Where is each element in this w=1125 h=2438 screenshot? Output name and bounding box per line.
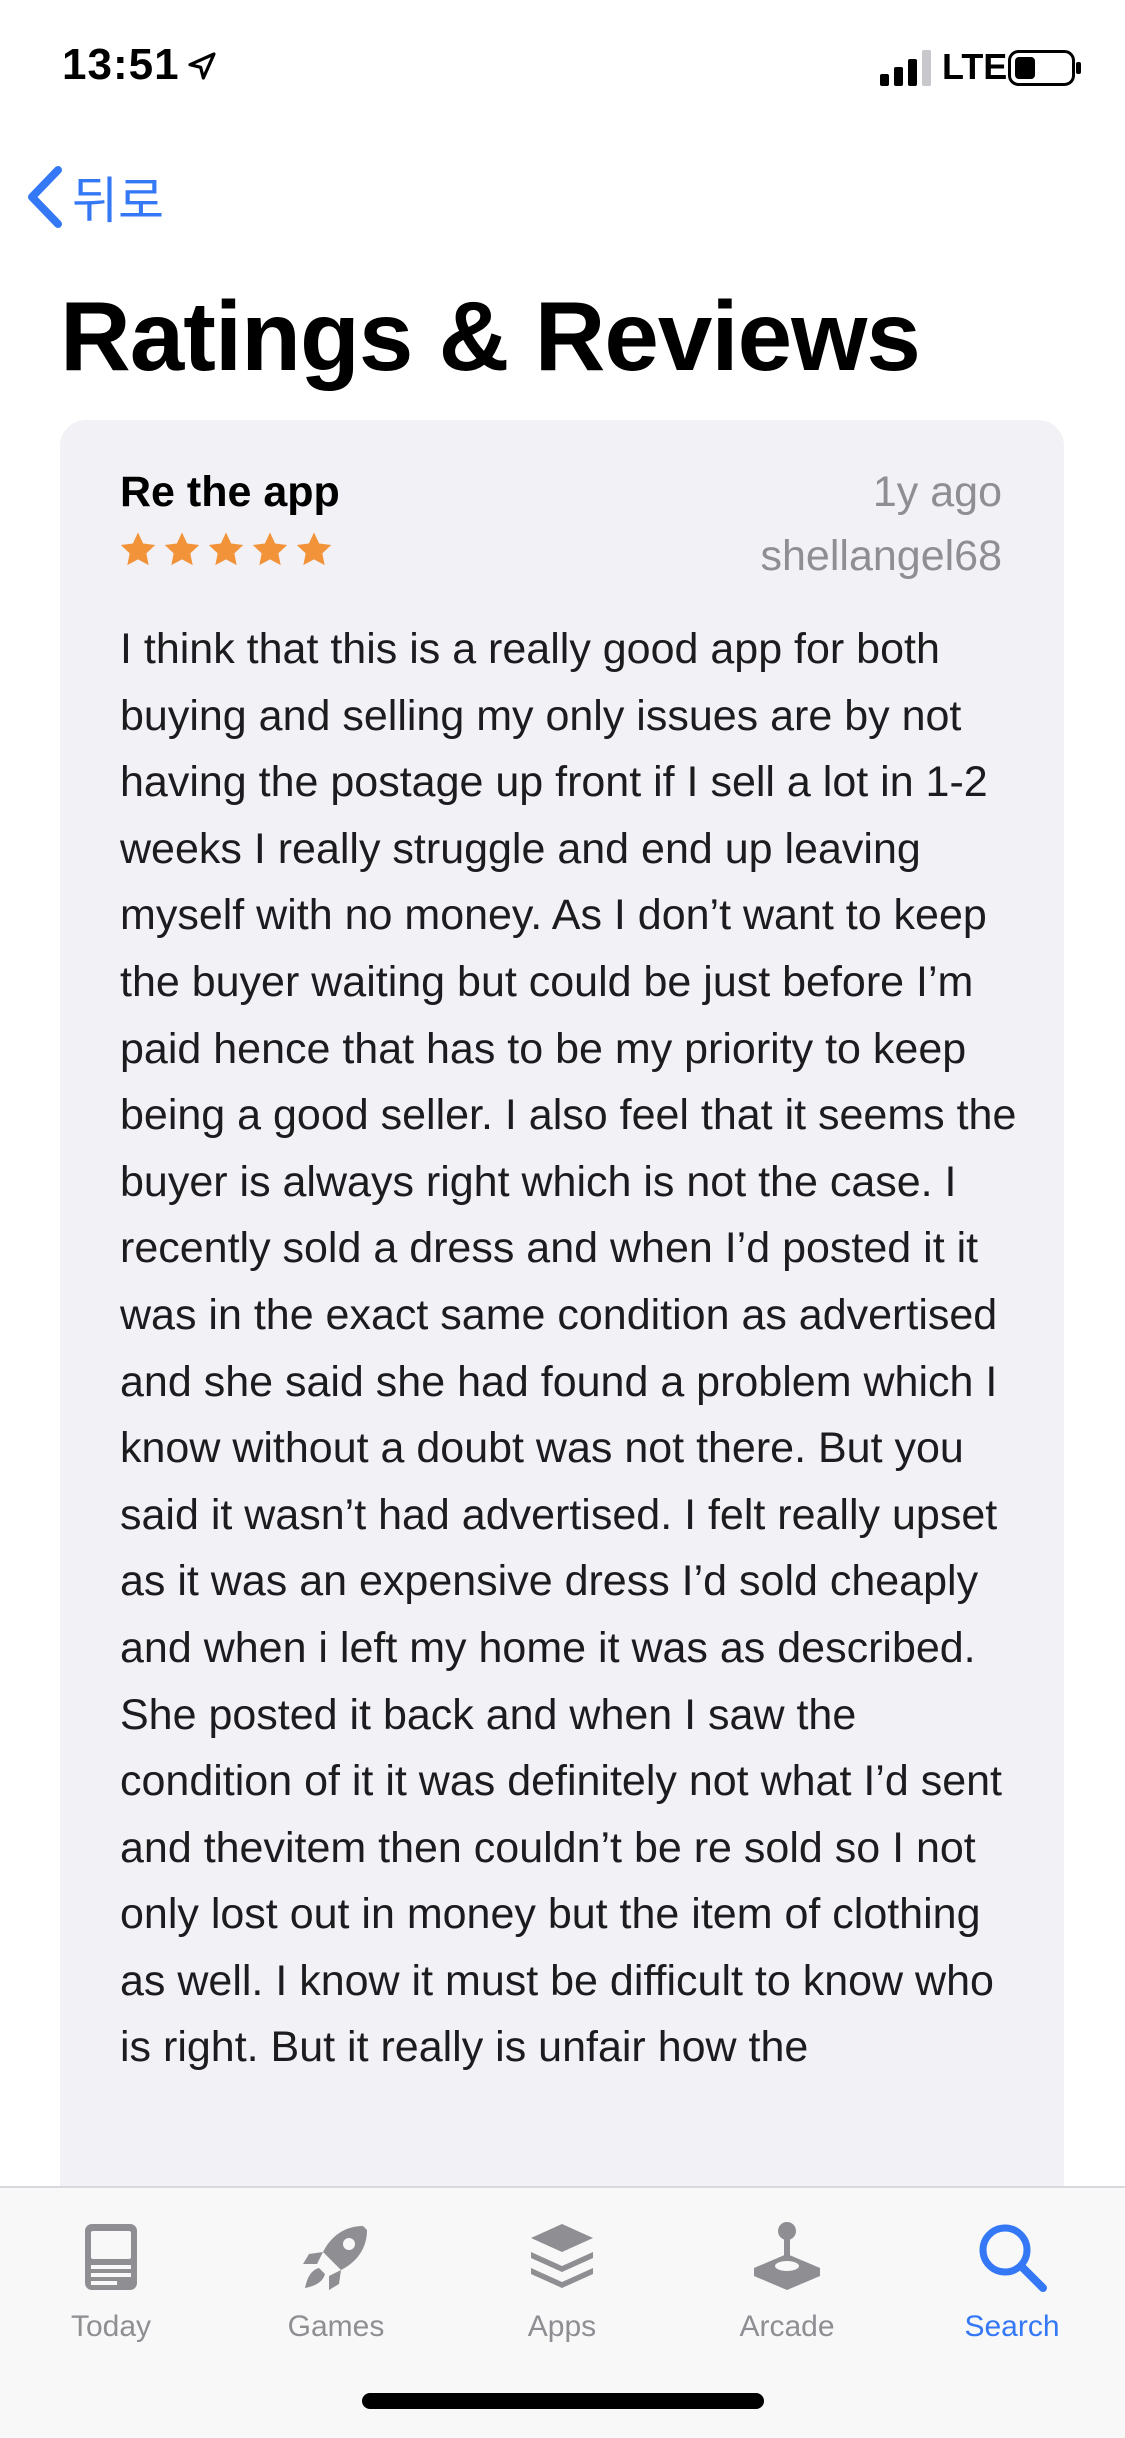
network-type: LTE [942, 46, 1008, 87]
star-icon [296, 532, 332, 566]
tab-apps[interactable]: Apps [462, 2208, 662, 2378]
location-arrow-icon [188, 52, 216, 80]
review-title: Re the app [120, 468, 340, 516]
review-card[interactable]: Re the app 1y ago shellangel68 I think t… [60, 420, 1064, 2220]
tab-arcade[interactable]: Arcade [687, 2208, 887, 2378]
review-author: shellangel68 [760, 532, 1002, 580]
today-icon [85, 2224, 137, 2290]
apps-stack-icon [531, 2224, 593, 2288]
tab-today[interactable]: Today [11, 2208, 211, 2378]
star-icon [252, 532, 288, 566]
home-indicator[interactable] [362, 2393, 764, 2409]
review-date: 1y ago [872, 468, 1002, 516]
star-icon [208, 532, 244, 566]
tab-label: Apps [527, 2310, 597, 2343]
search-icon [979, 2224, 1047, 2292]
tab-label: Today [70, 2310, 152, 2343]
star-icon [120, 532, 156, 566]
status-time: 13:51 [62, 40, 180, 89]
tab-label: Search [964, 2310, 1060, 2343]
review-body: I think that this is a really good app f… [120, 625, 1017, 2072]
back-button[interactable]: 뒤로 [22, 162, 164, 232]
tab-search[interactable]: Search [912, 2208, 1112, 2378]
joystick-icon [754, 2222, 820, 2290]
status-bar: 13:51 LTE [0, 0, 1125, 140]
back-label: 뒤로 [72, 173, 164, 229]
star-rating [118, 530, 334, 570]
star-icon [164, 532, 200, 566]
tab-games[interactable]: Games [236, 2208, 436, 2378]
tab-label: Arcade [739, 2310, 835, 2343]
battery-icon [1008, 50, 1081, 86]
chevron-left-icon [28, 166, 62, 228]
cellular-signal-icon [880, 50, 931, 86]
page-title: Ratings & Reviews [60, 281, 921, 391]
tab-label: Games [287, 2310, 385, 2343]
rocket-icon [303, 2226, 367, 2290]
